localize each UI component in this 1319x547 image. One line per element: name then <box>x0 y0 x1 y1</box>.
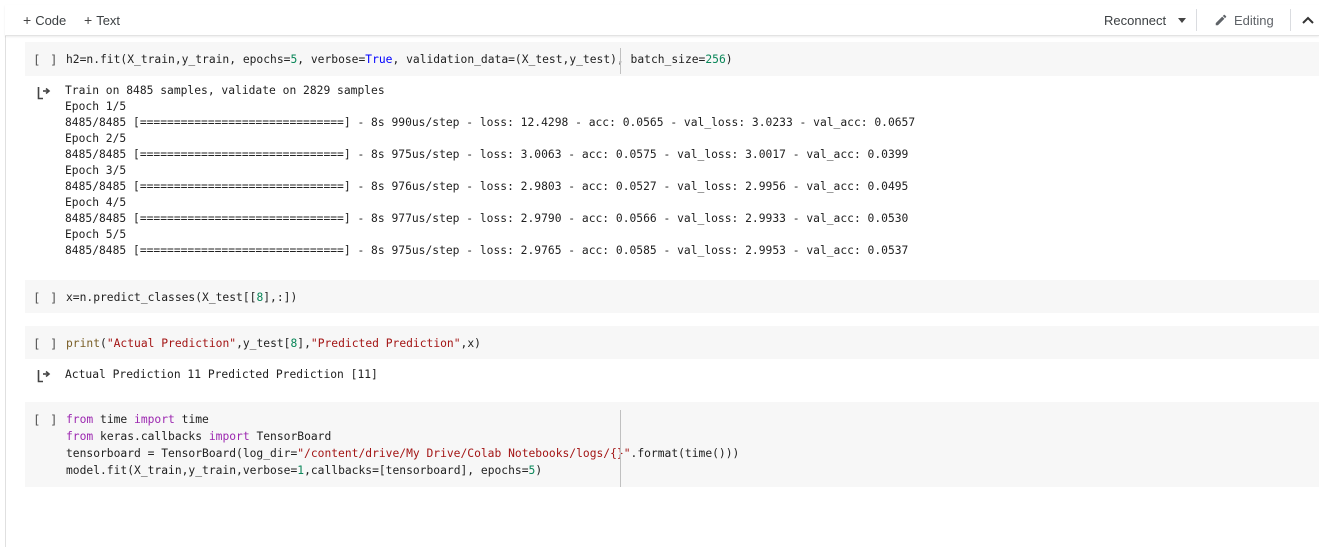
add-text-label: Text <box>96 12 121 28</box>
output-arrow-icon[interactable] <box>37 369 51 383</box>
caret-down-icon[interactable] <box>1178 17 1187 23</box>
output-line: 8485/8485 [=============================… <box>65 180 909 193</box>
output-line: Epoch 1/5 <box>65 100 127 113</box>
chevron-up-icon <box>1302 16 1314 24</box>
run-cell-button[interactable]: [ ] <box>33 290 59 305</box>
output-line: 8485/8485 [=============================… <box>65 116 916 129</box>
toolbar-divider <box>1196 9 1197 31</box>
code-editor[interactable]: from time import time from keras.callbac… <box>66 411 739 479</box>
output-line: Epoch 5/5 <box>65 228 127 241</box>
output-arrow-icon[interactable] <box>37 86 51 100</box>
reconnect-label: Reconnect <box>1104 12 1167 28</box>
add-code-label: Code <box>35 12 67 28</box>
pencil-icon <box>1215 14 1227 26</box>
ruler-line <box>620 48 621 74</box>
run-cell-button[interactable]: [ ] <box>33 412 59 427</box>
add-code-button[interactable]: + Code <box>23 11 66 29</box>
output-line: 8485/8485 [=============================… <box>65 212 909 225</box>
code-cell[interactable]: [ ] x=n.predict_classes(X_test[[8],:]) <box>25 280 1319 313</box>
output-text: Train on 8485 samples, validate on 2829 … <box>65 83 915 259</box>
editing-mode-button[interactable]: Editing <box>1214 11 1274 29</box>
run-cell-button[interactable]: [ ] <box>33 336 59 351</box>
output-line: 8485/8485 [=============================… <box>65 148 909 161</box>
code-editor[interactable]: h2=n.fit(X_train,y_train, epochs=5, verb… <box>66 51 733 68</box>
code-editor[interactable]: x=n.predict_classes(X_test[[8],:]) <box>66 289 297 306</box>
output-line: 8485/8485 [=============================… <box>65 244 909 257</box>
plus-icon: + <box>84 12 93 28</box>
code-cell[interactable]: [ ] h2=n.fit(X_train,y_train, epochs=5, … <box>25 42 1319 76</box>
editing-label: Editing <box>1234 12 1274 28</box>
output-text: Actual Prediction 11 Predicted Predictio… <box>65 368 378 381</box>
ruler-line <box>620 410 621 487</box>
cell-output: Actual Prediction 11 Predicted Predictio… <box>25 362 1319 390</box>
notebook-toolbar: + Code + Text Reconnect Editing <box>5 5 1319 36</box>
cell-output: Train on 8485 samples, validate on 2829 … <box>25 80 1319 266</box>
run-cell-button[interactable]: [ ] <box>33 52 59 67</box>
output-line: Epoch 4/5 <box>65 196 127 209</box>
code-cell[interactable]: [ ] print("Actual Prediction",y_test[8],… <box>25 326 1319 359</box>
reconnect-button[interactable]: Reconnect <box>1104 11 1187 29</box>
output-line: Train on 8485 samples, validate on 2829 … <box>65 84 385 97</box>
toolbar-divider <box>1290 9 1291 31</box>
output-line: Epoch 2/5 <box>65 132 127 145</box>
output-line: Epoch 3/5 <box>65 164 127 177</box>
plus-icon: + <box>23 12 32 28</box>
code-cell[interactable]: [ ] from time import time from keras.cal… <box>25 402 1319 487</box>
code-editor[interactable]: print("Actual Prediction",y_test[8],"Pre… <box>66 335 481 352</box>
add-text-button[interactable]: + Text <box>84 11 120 29</box>
collapse-header-button[interactable] <box>1302 11 1314 29</box>
